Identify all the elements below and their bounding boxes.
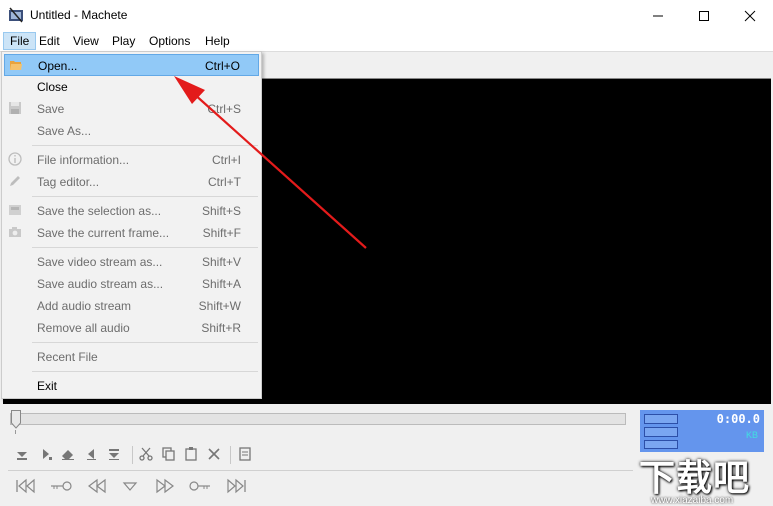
folder-open-icon <box>10 61 22 70</box>
skip-start-icon <box>16 478 35 494</box>
position-slider[interactable] <box>10 413 626 425</box>
copy-icon <box>162 447 175 461</box>
paste-icon <box>185 447 197 461</box>
camera-icon <box>9 227 21 237</box>
delete-x-icon <box>208 448 220 460</box>
level-indicator <box>644 414 678 424</box>
cut-button[interactable] <box>136 444 156 464</box>
app-icon <box>9 7 23 23</box>
menu-separator <box>32 196 258 197</box>
goto-end-button[interactable] <box>224 476 248 496</box>
maximize-button[interactable] <box>681 0 727 31</box>
level-indicator <box>644 427 678 437</box>
menu-file-information[interactable]: File information... Ctrl+I <box>4 149 259 171</box>
file-menu-dropdown: Open... Ctrl+O Close Save Ctrl+S Save As… <box>1 51 262 399</box>
rewind-icon <box>88 478 106 494</box>
menu-add-audio-stream[interactable]: Add audio stream Shift+W <box>4 295 259 317</box>
mark-in-icon <box>17 452 27 460</box>
stop-button[interactable] <box>120 476 140 496</box>
watermark-url: www.xiazaiba.com <box>651 495 734 506</box>
menu-options[interactable]: Options <box>143 32 196 50</box>
skip-end-icon <box>227 478 246 494</box>
menu-save-video-stream[interactable]: Save video stream as... Shift+V <box>4 251 259 273</box>
menu-recent-file[interactable]: Recent File <box>4 346 259 368</box>
rewind-button[interactable] <box>86 476 108 496</box>
save-icon <box>9 102 21 114</box>
menu-tag-editor[interactable]: Tag editor... Ctrl+T <box>4 171 259 193</box>
scissors-icon <box>139 447 153 461</box>
menu-file[interactable]: File <box>3 32 37 50</box>
next-key-button[interactable] <box>187 476 213 496</box>
goto-selection-button[interactable] <box>36 444 56 464</box>
menu-save-frame[interactable]: Save the current frame... Shift+F <box>4 222 259 244</box>
level-indicator <box>644 440 678 449</box>
delete-button[interactable] <box>204 444 224 464</box>
forward-button[interactable] <box>154 476 176 496</box>
watermark-logo: 下载吧 www.xiazaiba.com <box>637 449 773 506</box>
paste-button[interactable] <box>181 444 201 464</box>
document-icon <box>239 447 251 461</box>
size-unit-label: KB <box>745 430 758 440</box>
toolbar-divider <box>8 470 633 471</box>
menu-separator <box>32 247 258 248</box>
menu-separator <box>32 145 258 146</box>
info-panel: 0:00.0 KB <box>640 410 764 452</box>
menu-save-audio-stream[interactable]: Save audio stream as... Shift+A <box>4 273 259 295</box>
properties-button[interactable] <box>235 444 255 464</box>
menu-separator <box>32 371 258 372</box>
mark-out-icon <box>109 449 119 460</box>
copy-button[interactable] <box>158 444 178 464</box>
minimize-icon <box>653 15 663 16</box>
menu-save[interactable]: Save Ctrl+S <box>4 98 259 120</box>
mark-left-icon <box>87 449 96 460</box>
toolbar-separator <box>230 446 231 464</box>
key-right-icon <box>189 481 210 491</box>
close-icon <box>744 10 756 21</box>
play-down-icon <box>122 482 138 491</box>
menu-play[interactable]: Play <box>106 32 141 50</box>
eraser-icon <box>62 450 74 460</box>
save-selection-icon <box>9 205 21 215</box>
mark-in-button[interactable] <box>12 444 32 464</box>
menu-view[interactable]: View <box>67 32 105 50</box>
mark-left-button[interactable] <box>81 444 101 464</box>
goto-start-button[interactable] <box>14 476 38 496</box>
menu-help[interactable]: Help <box>199 32 236 50</box>
pencil-icon <box>10 176 20 186</box>
maximize-icon <box>699 10 709 21</box>
title-bar: Untitled - Machete <box>0 0 773 31</box>
menu-remove-all-audio[interactable]: Remove all audio Shift+R <box>4 317 259 339</box>
watermark-text: 下载吧 <box>639 458 751 499</box>
slider-thumb[interactable] <box>11 410 21 429</box>
mark-out-button[interactable] <box>104 444 124 464</box>
window-title: Untitled - Machete <box>30 8 128 22</box>
prev-key-button[interactable] <box>48 476 74 496</box>
menu-save-as[interactable]: Save As... <box>4 120 259 142</box>
time-display: 0:00.0 <box>716 412 760 426</box>
menu-exit[interactable]: Exit <box>4 375 259 397</box>
menu-save-selection[interactable]: Save the selection as... Shift+S <box>4 200 259 222</box>
goto-selection-icon <box>43 449 52 460</box>
fast-forward-icon <box>156 478 174 494</box>
slider-ticks <box>15 430 623 434</box>
menu-open[interactable]: Open... Ctrl+O <box>4 54 259 76</box>
close-window-button[interactable] <box>727 0 773 31</box>
key-left-icon <box>51 481 72 491</box>
info-icon <box>8 152 22 166</box>
menu-separator <box>32 342 258 343</box>
menu-bar: File Edit View Play Options Help <box>0 31 773 51</box>
toolbar-separator <box>132 446 133 464</box>
erase-button[interactable] <box>58 444 78 464</box>
menu-close[interactable]: Close <box>4 76 259 98</box>
menu-edit[interactable]: Edit <box>33 32 66 50</box>
minimize-button[interactable] <box>635 0 681 31</box>
